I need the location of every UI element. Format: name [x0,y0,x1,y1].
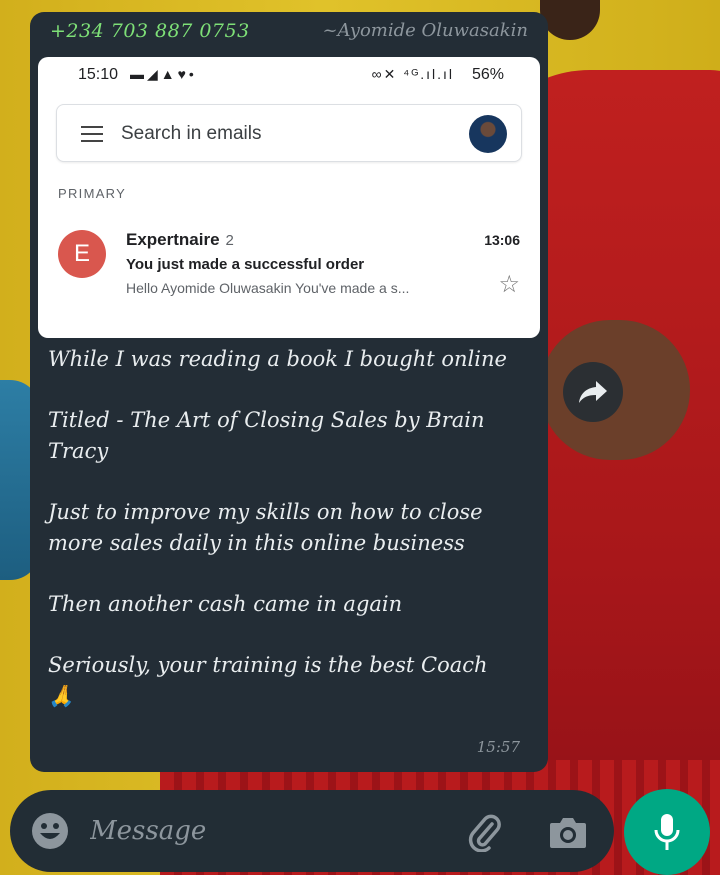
camera-icon[interactable] [548,814,588,850]
sender-phone[interactable]: +234 703 887 0753 [50,20,250,42]
email-search-box: Search in emails [56,104,522,162]
sender-name: ~Ayomide Oluwasakin [322,20,528,41]
microphone-icon [654,814,680,850]
battery-level: 56% [471,66,504,83]
status-time: 15:10 [78,66,119,83]
message-text: While I was reading a book I bought onli… [48,344,538,712]
inbox-section-label: PRIMARY [58,186,127,201]
system-icons: ∞✕ ⁴ᴳ.ıl.ıl [371,66,454,82]
message-input-bar [10,790,614,872]
message-paragraph: Titled - The Art of Closing Sales by Bra… [48,408,485,463]
email-thread-count: 2 [225,232,234,249]
email-list-item: E Expertnaire 2 13:06 You just made a suc… [38,222,540,302]
message-input[interactable] [90,808,450,854]
message-paragraph: Then another cash came in again [48,592,403,616]
notification-icons: ▬◢▲♥• [130,66,197,82]
message-paragraph: Just to improve my skills on how to clos… [48,500,483,555]
search-placeholder: Search in emails [121,123,262,144]
forward-arrow-icon [579,381,607,403]
emoji-icon[interactable] [30,811,70,851]
message-paragraph: While I was reading a book I bought onli… [48,347,507,371]
email-time: 13:06 [484,232,520,248]
message-header: +234 703 887 0753 ~Ayomide Oluwasakin [48,18,528,48]
email-subject: You just made a successful order [126,256,365,273]
status-bar: 15:10 ▬◢▲♥• ∞✕ ⁴ᴳ.ıl.ıl 56% [38,57,540,95]
hamburger-menu-icon [81,126,103,142]
voice-record-button[interactable] [624,789,710,875]
praying-hands-emoji: 🙏 [48,684,75,708]
email-sender-name: Expertnaire [126,230,220,249]
email-sender-line: Expertnaire 2 [126,230,234,250]
wallpaper-hair-shape [540,0,600,40]
account-avatar [469,115,507,153]
star-icon: ☆ [498,270,520,298]
forward-button[interactable] [563,362,623,422]
message-time: 15:57 [476,738,520,756]
email-sender-avatar: E [58,230,106,278]
attached-image[interactable]: 15:10 ▬◢▲♥• ∞✕ ⁴ᴳ.ıl.ıl 56% Search in em… [38,57,540,338]
email-snippet: Hello Ayomide Oluwasakin You've made a s… [126,280,410,296]
paperclip-icon[interactable] [466,812,502,852]
message-paragraph: Seriously, your training is the best Coa… [48,653,488,677]
